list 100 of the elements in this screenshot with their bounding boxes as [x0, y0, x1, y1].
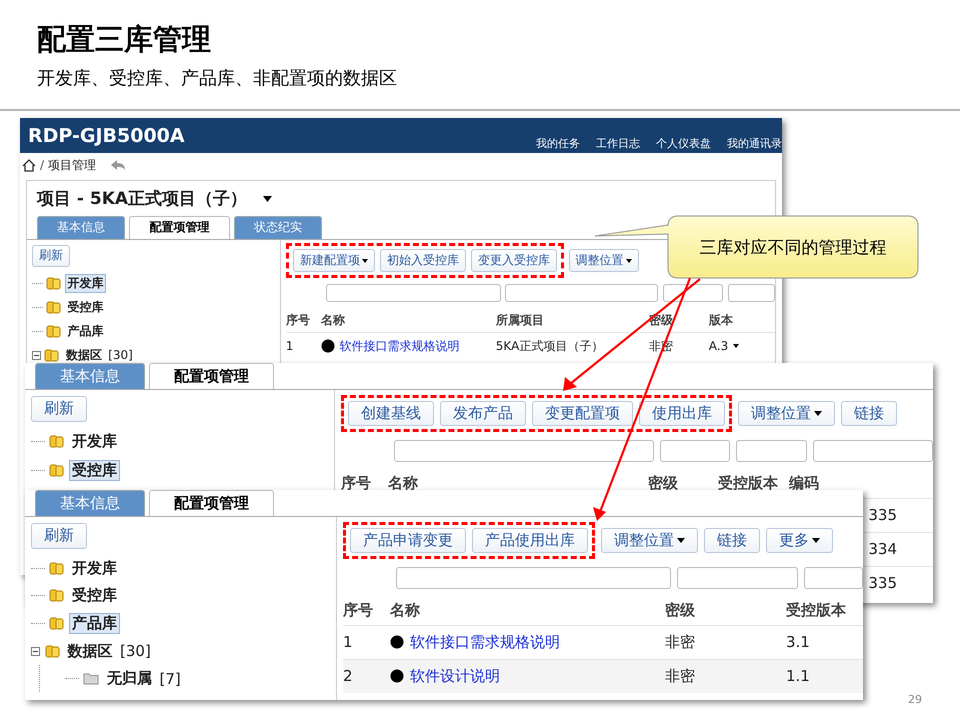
- column-header: 名称: [388, 474, 419, 493]
- table-cell: 非密: [665, 632, 695, 652]
- column-header: 名称: [320, 312, 346, 329]
- table-row[interactable]: 2 软件设计说明 非密 1.1: [343, 658, 863, 692]
- table-cell: 5KA正式项目（子）: [496, 338, 604, 355]
- tree-item[interactable]: 开发库: [68, 431, 120, 452]
- column-header: 所属项目: [496, 312, 545, 329]
- database-icon: [46, 301, 62, 314]
- toolbar-button[interactable]: 使用出库: [639, 400, 725, 426]
- filter-field[interactable]: [813, 440, 933, 462]
- bullet-icon: [390, 635, 404, 649]
- filter-field[interactable]: [736, 440, 807, 462]
- item-count: [30]: [108, 348, 133, 362]
- breadcrumb-link[interactable]: 项目管理: [48, 156, 96, 174]
- toolbar-button[interactable]: 链接: [841, 400, 897, 426]
- slide-subtitle: 开发库、受控库、产品库、非配置项的数据区: [37, 67, 398, 90]
- table-cell: 2: [343, 667, 353, 685]
- filter-field[interactable]: [326, 284, 501, 302]
- collapse-icon[interactable]: [32, 350, 41, 360]
- tree-item[interactable]: 开发库: [68, 558, 120, 579]
- toolbar-button[interactable]: 调整位置: [568, 249, 639, 272]
- toolbar-button[interactable]: 创建基线: [348, 400, 434, 426]
- bullet-icon: [320, 339, 335, 354]
- callout-text: 三库对应不同的管理过程: [700, 236, 886, 258]
- filter-field[interactable]: [660, 440, 730, 462]
- toolbar-button[interactable]: 调整位置: [601, 528, 698, 553]
- tree-item[interactable]: 开发库: [64, 274, 106, 294]
- home-icon[interactable]: [22, 158, 36, 172]
- nav-link[interactable]: 我的任务: [536, 136, 580, 151]
- item-count: [30]: [120, 642, 151, 660]
- toolbar-button[interactable]: 更多: [766, 528, 833, 553]
- tree-item[interactable]: 受控库: [64, 298, 106, 318]
- toolbar-button[interactable]: 变更配置项: [532, 400, 633, 426]
- folder-icon: [83, 672, 99, 686]
- nav-link[interactable]: 我的通讯录: [727, 136, 782, 151]
- table-cell: A.3: [708, 339, 728, 354]
- table-cell: 334: [868, 540, 897, 558]
- column-header: 序号: [341, 474, 372, 493]
- toolbar-button[interactable]: 发布产品: [440, 400, 526, 426]
- column-header: 版本: [708, 312, 734, 329]
- nav-link[interactable]: 工作日志: [596, 136, 640, 151]
- filter-field[interactable]: [396, 566, 671, 589]
- column-header: 序号: [343, 601, 374, 620]
- page-number: 29: [908, 693, 922, 706]
- back-arrow-icon[interactable]: [110, 159, 126, 171]
- tab[interactable]: 配置项管理: [149, 363, 274, 389]
- toolbar-button[interactable]: 链接: [704, 528, 760, 553]
- database-icon: [49, 616, 64, 630]
- table-cell: 3.1: [786, 633, 810, 651]
- column-header: 受控版本: [786, 601, 847, 620]
- item-link[interactable]: 软件设计说明: [410, 666, 500, 686]
- caret-icon[interactable]: [263, 196, 272, 202]
- toolbar-button[interactable]: 调整位置: [738, 400, 835, 426]
- tree-item[interactable]: 数据区: [62, 346, 105, 365]
- tree-item[interactable]: 无归属: [104, 668, 155, 690]
- tree-item[interactable]: 产品库: [68, 612, 120, 634]
- tree-item[interactable]: 产品库: [64, 322, 106, 341]
- column-header: 密级: [648, 474, 679, 493]
- item-link[interactable]: 软件接口需求规格说明: [340, 338, 460, 355]
- filter-field[interactable]: [804, 566, 863, 589]
- tree-item[interactable]: 数据区: [64, 640, 116, 662]
- slide-title: 配置三库管理: [37, 21, 212, 58]
- refresh-button[interactable]: 刷新: [32, 244, 70, 268]
- column-header: 序号: [286, 312, 311, 329]
- database-icon: [44, 644, 60, 658]
- toolbar-button[interactable]: 变更入受控库: [470, 249, 557, 272]
- filter-field[interactable]: [677, 566, 798, 589]
- filter-field[interactable]: [728, 284, 775, 302]
- tab[interactable]: 配置项管理: [149, 490, 274, 516]
- table-cell: 335: [868, 574, 897, 592]
- database-icon: [49, 464, 64, 477]
- caret-icon[interactable]: [733, 344, 740, 348]
- filter-field[interactable]: [663, 284, 724, 302]
- refresh-button[interactable]: 刷新: [31, 396, 87, 422]
- project-title: 项目 - 5KA正式项目（子）: [37, 188, 248, 210]
- database-icon: [49, 562, 64, 575]
- toolbar-button[interactable]: 产品使用出库: [472, 528, 588, 553]
- table-cell: 非密: [665, 666, 695, 686]
- table-cell: 1: [343, 633, 353, 651]
- refresh-button[interactable]: 刷新: [31, 523, 87, 548]
- column-header: 编码: [789, 474, 820, 493]
- column-header: 名称: [390, 601, 421, 620]
- tree-item[interactable]: 受控库: [68, 585, 120, 606]
- tab[interactable]: 配置项管理: [129, 216, 230, 239]
- item-count: [7]: [160, 670, 181, 688]
- nav-link[interactable]: 个人仪表盘: [656, 136, 711, 151]
- toolbar-button[interactable]: 新建配置项: [292, 249, 376, 272]
- table-cell: 1.1: [786, 667, 810, 685]
- app-name: RDP-GJB5000A: [28, 124, 185, 146]
- toolbar-button[interactable]: 产品申请变更: [350, 528, 466, 553]
- filter-field[interactable]: [505, 284, 658, 302]
- database-icon: [44, 348, 60, 362]
- collapse-icon[interactable]: [31, 646, 40, 656]
- item-link[interactable]: 软件接口需求规格说明: [410, 632, 560, 652]
- tree-item[interactable]: 受控库: [68, 460, 120, 481]
- filter-field[interactable]: [394, 440, 654, 462]
- database-icon: [46, 324, 62, 338]
- column-header: 密级: [665, 601, 696, 620]
- table-cell: 335: [868, 506, 897, 524]
- toolbar-button[interactable]: 初始入受控库: [380, 249, 466, 272]
